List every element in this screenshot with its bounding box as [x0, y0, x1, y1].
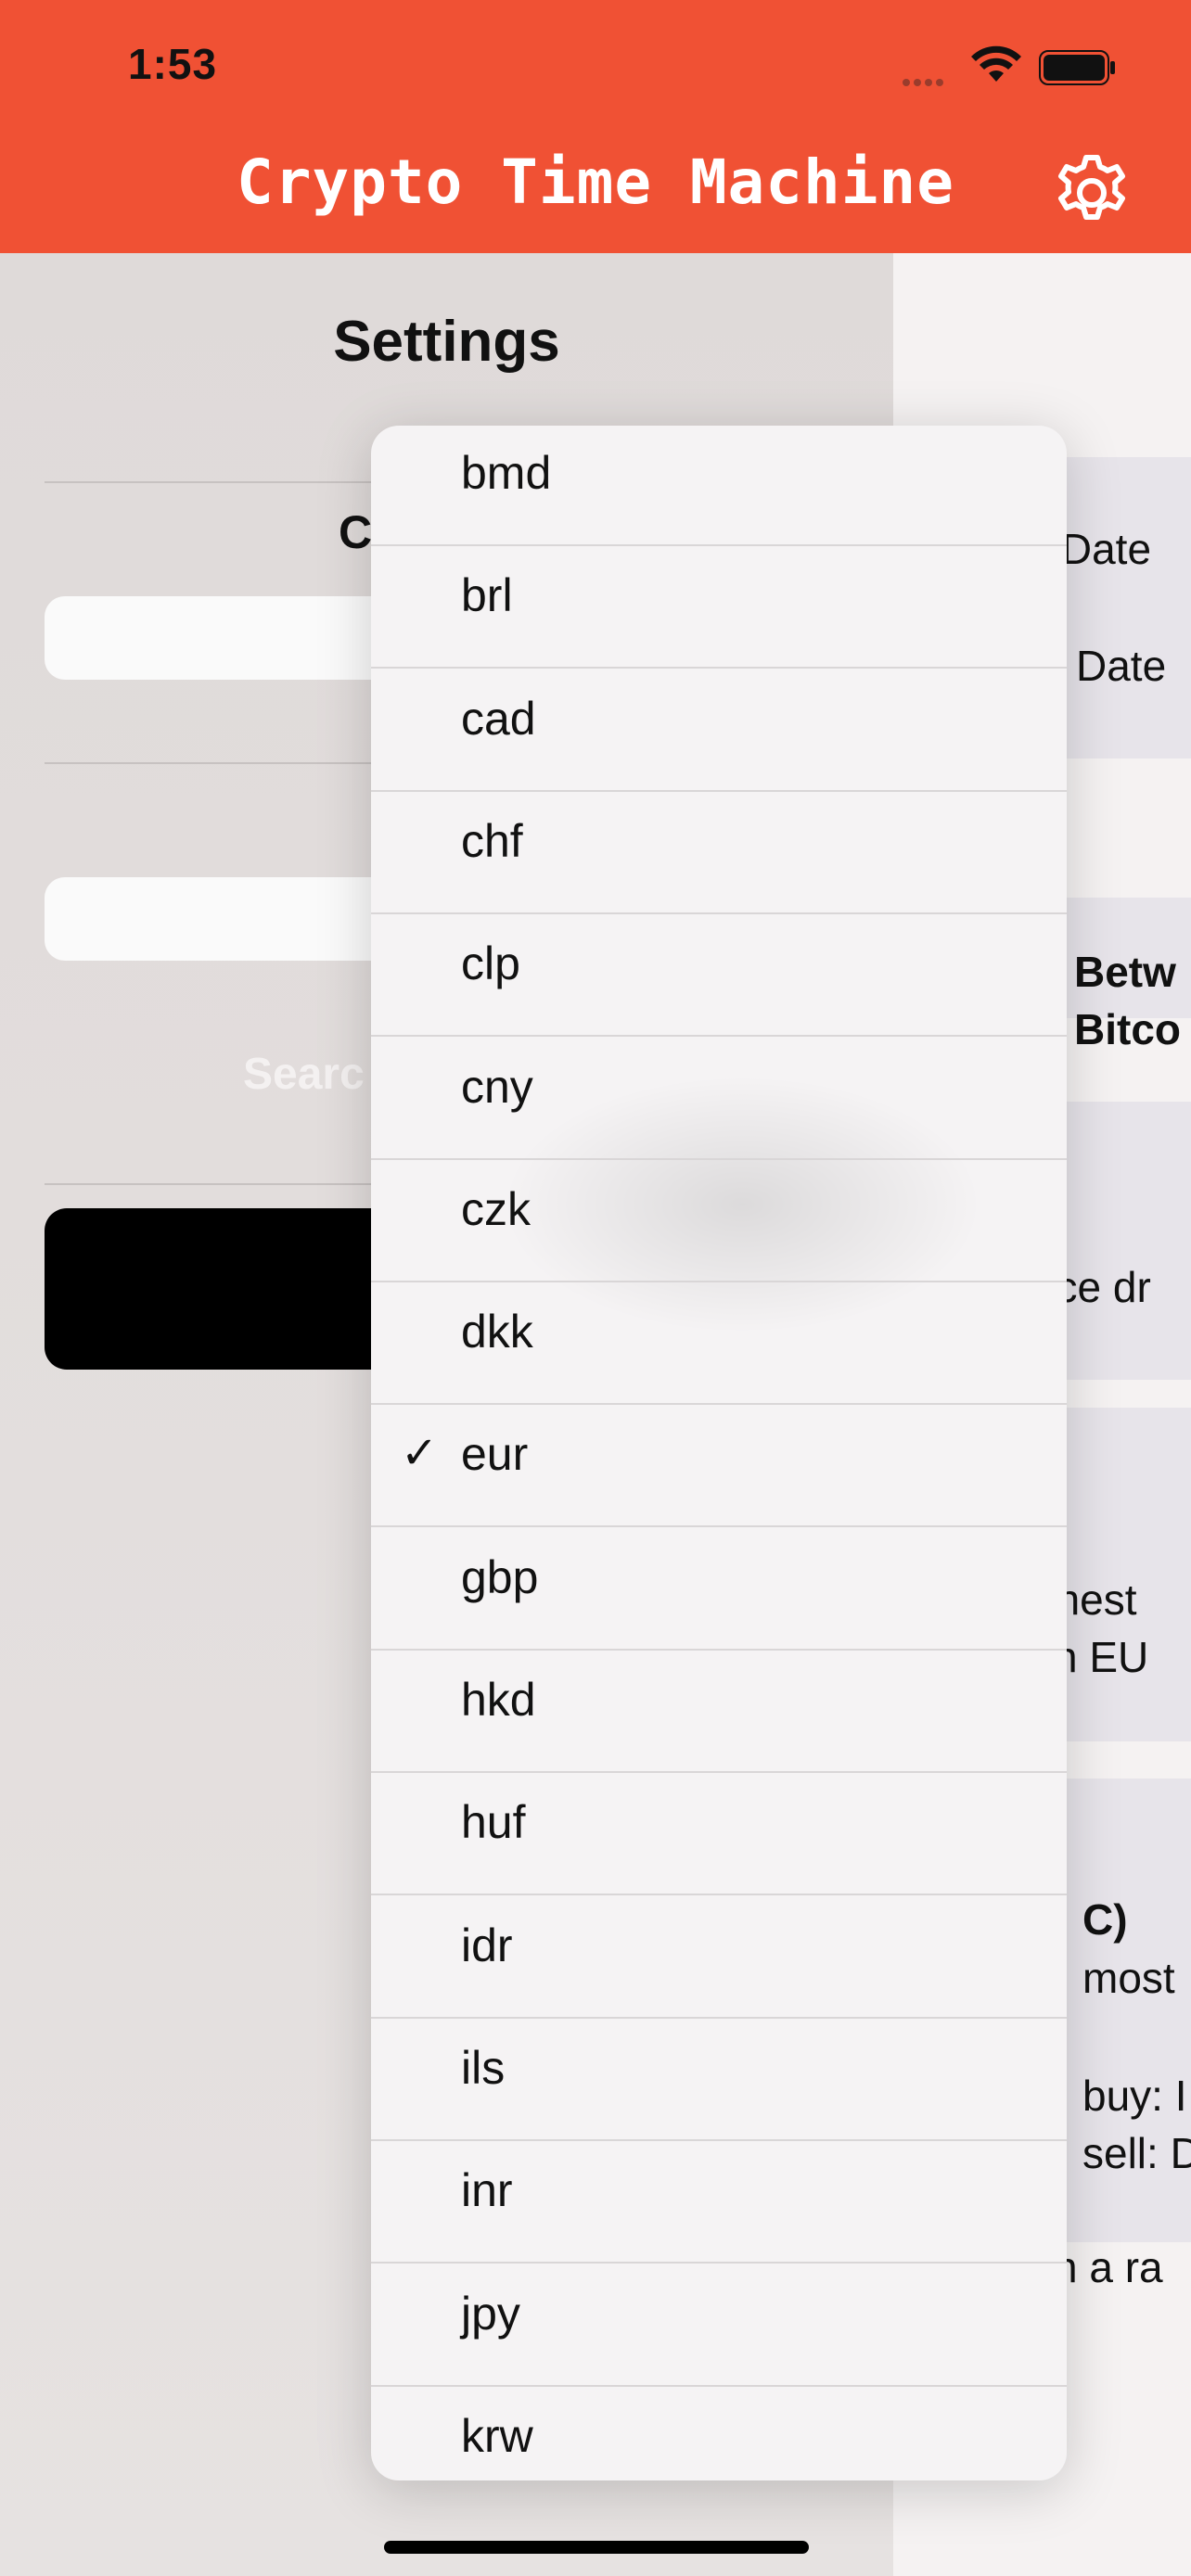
currency-option-label: eur — [461, 1428, 529, 1480]
currency-option-cad[interactable]: cad — [371, 671, 1067, 792]
currency-option-label: krw — [461, 2410, 533, 2462]
option-separator — [371, 790, 1067, 792]
currency-option-label: chf — [461, 815, 523, 867]
currency-option-label: gbp — [461, 1551, 539, 1603]
currency-option-hkd[interactable]: hkd — [371, 1652, 1067, 1773]
app-title: Crypto Time Machine — [237, 147, 954, 218]
option-separator — [371, 667, 1067, 669]
sell-text: sell: D — [1082, 2129, 1191, 2177]
option-separator — [371, 1771, 1067, 1773]
section-c-label: C) — [1082, 1895, 1128, 1944]
currency-option-label: jpy — [461, 2288, 520, 2340]
settings-title: Settings — [333, 310, 560, 374]
currency-option-label: ils — [461, 2042, 506, 2094]
currency-option-brl[interactable]: brl — [371, 548, 1067, 669]
currency-option-krw[interactable]: krw — [371, 2389, 1067, 2480]
home-indicator[interactable] — [384, 2541, 809, 2554]
currency-option-label: czk — [461, 1183, 531, 1235]
currency-option-inr[interactable]: inr — [371, 2143, 1067, 2264]
option-separator — [371, 1403, 1067, 1405]
currency-option-ils[interactable]: ils — [371, 2021, 1067, 2141]
option-separator — [371, 2385, 1067, 2387]
end-date-label: Date — [1076, 642, 1167, 690]
currency-option-label: idr — [461, 1919, 513, 1971]
option-separator — [371, 1281, 1067, 1282]
wifi-icon — [971, 45, 1021, 82]
currency-option-huf[interactable]: huf — [371, 1775, 1067, 1895]
option-separator — [371, 1894, 1067, 1895]
search-hint: Searc — [243, 1050, 365, 1099]
buy-text: buy: I — [1082, 2072, 1187, 2120]
option-separator — [371, 1158, 1067, 1160]
currency-option-cny[interactable]: cny — [371, 1039, 1067, 1160]
gear-icon[interactable] — [1051, 152, 1133, 234]
currency-option-label: huf — [461, 1796, 526, 1848]
battery-icon — [1039, 50, 1115, 85]
currency-option-clp[interactable]: clp — [371, 916, 1067, 1037]
currency-option-bmd[interactable]: bmd — [371, 426, 1067, 546]
currency-option-label: cad — [461, 693, 536, 745]
status-time: 1:53 — [128, 40, 218, 88]
currency-option-jpy[interactable]: jpy — [371, 2266, 1067, 2387]
currency-option-label: cny — [461, 1061, 533, 1113]
option-separator — [371, 2017, 1067, 2019]
app-header: 1:53 Crypto Time Machine — [0, 0, 1191, 253]
option-separator — [371, 2139, 1067, 2141]
currency-option-label: hkd — [461, 1674, 536, 1726]
option-separator — [371, 912, 1067, 914]
currency-option-eur[interactable]: ✓ eur — [371, 1407, 1067, 1527]
option-separator — [371, 1649, 1067, 1651]
currency-option-dkk[interactable]: dkk — [371, 1284, 1067, 1405]
currency-option-label: brl — [461, 569, 513, 621]
most-text: most — [1082, 1954, 1175, 2002]
currency-option-label: clp — [461, 937, 520, 989]
currency-option-label: inr — [461, 2164, 513, 2216]
checkmark-icon: ✓ — [401, 1429, 439, 1478]
between-label: Betw — [1074, 948, 1176, 996]
currency-option-gbp[interactable]: gbp — [371, 1530, 1067, 1651]
currency-option-czk[interactable]: czk — [371, 1162, 1067, 1282]
option-separator — [371, 1035, 1067, 1037]
currency-dropdown[interactable]: bmd brl cad chf clp cny czk dkk ✓ eur gbp hkd huf idr… — [371, 426, 1067, 2480]
bitcoin-label: Bitco — [1074, 1005, 1181, 1053]
currency-option-label: bmd — [461, 447, 552, 499]
crypto-label: C — [339, 506, 373, 558]
signal-dots-icon — [903, 74, 947, 91]
option-separator — [371, 1525, 1067, 1527]
option-separator — [371, 544, 1067, 546]
currency-option-idr[interactable]: idr — [371, 1898, 1067, 2019]
option-separator — [371, 2262, 1067, 2264]
currency-option-chf[interactable]: chf — [371, 794, 1067, 914]
currency-option-label: dkk — [461, 1306, 533, 1358]
